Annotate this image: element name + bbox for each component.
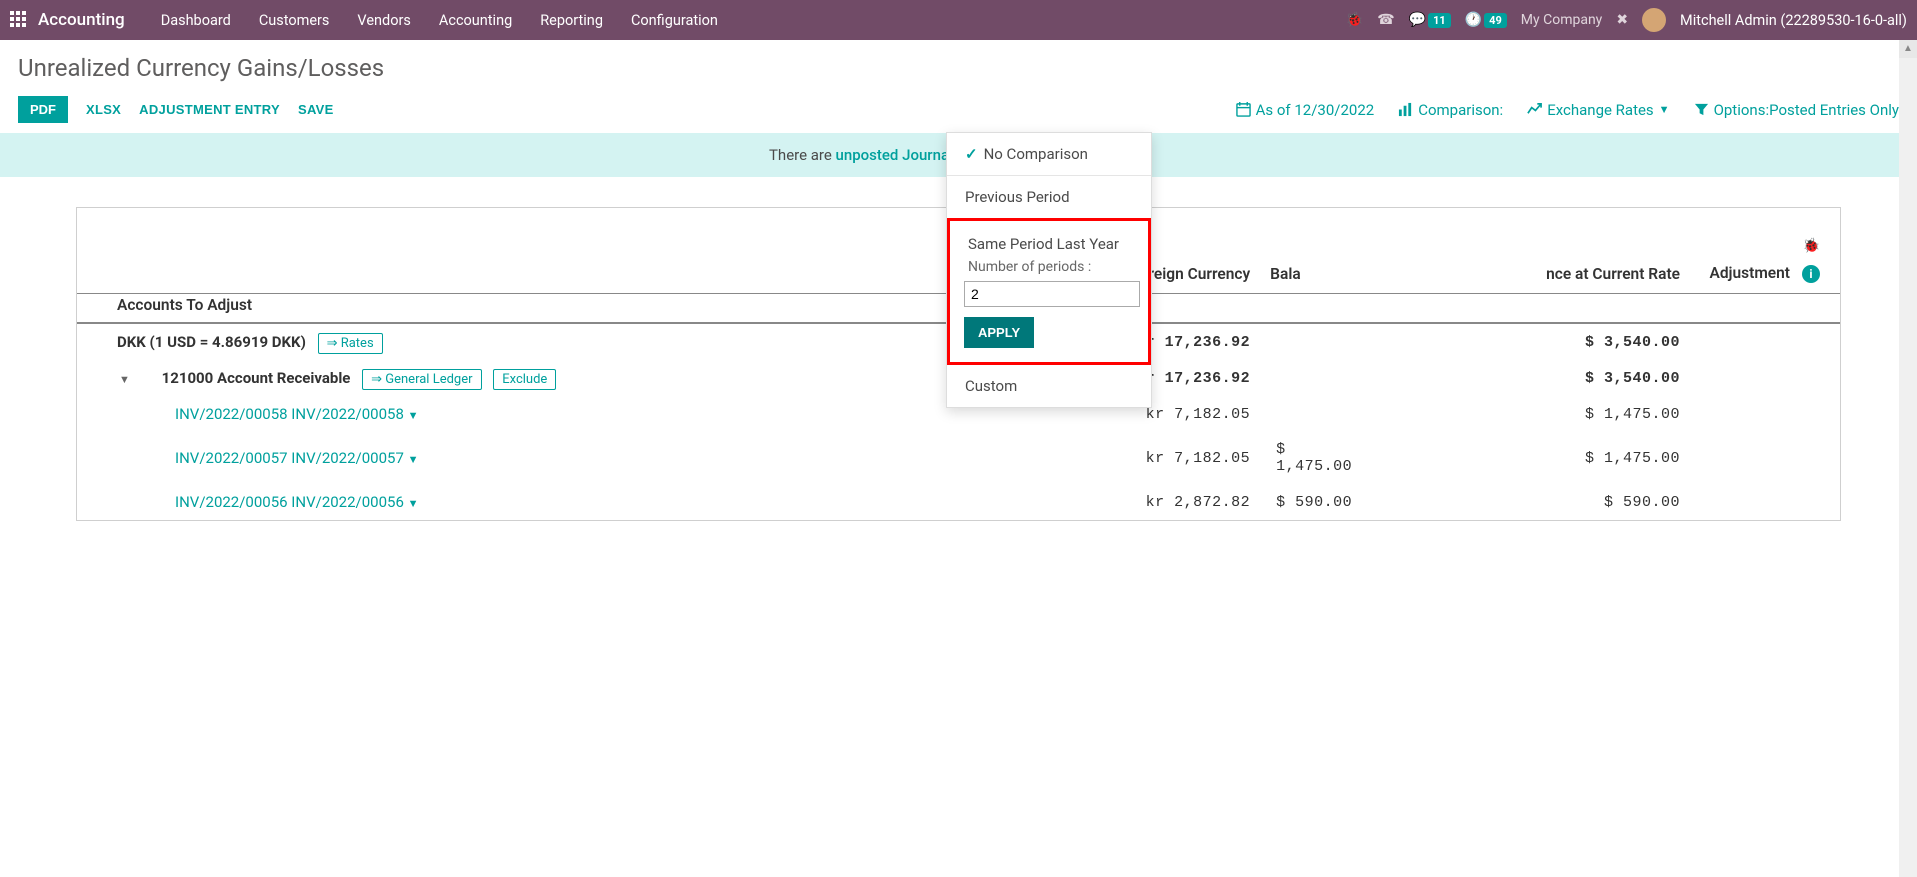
caret-down-icon: ▼ bbox=[1659, 103, 1670, 116]
page-title: Unrealized Currency Gains/Losses bbox=[18, 54, 1899, 82]
xlsx-button[interactable]: XLSX bbox=[86, 102, 121, 117]
dropdown-custom[interactable]: Custom bbox=[947, 365, 1151, 407]
options-filter-label: Options:Posted Entries Only bbox=[1714, 101, 1899, 119]
messages-badge: 11 bbox=[1428, 13, 1451, 28]
messages-icon[interactable]: 💬11 bbox=[1409, 12, 1451, 28]
caret-down-icon[interactable]: ▼ bbox=[408, 453, 419, 466]
nav-configuration[interactable]: Configuration bbox=[617, 2, 732, 39]
calendar-icon bbox=[1236, 102, 1251, 117]
tools-icon[interactable]: ✖ bbox=[1616, 12, 1628, 28]
currency-label: DKK (1 USD = 4.86919 DKK) bbox=[117, 333, 306, 351]
user-avatar[interactable] bbox=[1642, 8, 1666, 32]
nav-links: Dashboard Customers Vendors Accounting R… bbox=[147, 2, 732, 39]
info-icon[interactable]: i bbox=[1802, 265, 1820, 283]
adjustment-entry-button[interactable]: ADJUSTMENT ENTRY bbox=[139, 102, 280, 117]
expand-caret-icon[interactable]: ▼ bbox=[119, 373, 130, 386]
currency-current: $ 3,540.00 bbox=[1372, 323, 1700, 360]
company-switcher[interactable]: My Company bbox=[1521, 12, 1603, 28]
dropdown-no-comparison[interactable]: ✓ No Comparison bbox=[947, 133, 1151, 175]
previous-period-label: Previous Period bbox=[965, 188, 1070, 206]
activities-icon[interactable]: 🕐49 bbox=[1465, 12, 1507, 28]
apply-button[interactable]: APPLY bbox=[964, 317, 1034, 348]
toolbar: PDF XLSX ADJUSTMENT ENTRY SAVE As of 12/… bbox=[18, 96, 1899, 123]
dropdown-previous-period[interactable]: Previous Period bbox=[947, 176, 1151, 218]
caret-down-icon[interactable]: ▼ bbox=[408, 497, 419, 510]
line-chart-icon bbox=[1527, 102, 1542, 117]
invoice-link[interactable]: INV/2022/00056 INV/2022/00056 bbox=[175, 493, 404, 511]
inv-balance: $ 1,475.00 bbox=[1270, 432, 1372, 484]
number-of-periods-input[interactable] bbox=[964, 281, 1140, 307]
dropdown-highlighted-section: Same Period Last Year Number of periods … bbox=[947, 218, 1151, 365]
debug-icon[interactable]: 🐞 bbox=[1346, 12, 1363, 28]
nav-dashboard[interactable]: Dashboard bbox=[147, 2, 245, 39]
custom-label: Custom bbox=[965, 377, 1017, 395]
date-filter-label: As of 12/30/2022 bbox=[1256, 101, 1375, 119]
app-brand[interactable]: Accounting bbox=[38, 10, 125, 30]
comparison-filter[interactable]: Comparison: bbox=[1398, 101, 1503, 119]
options-filter[interactable]: Options:Posted Entries Only bbox=[1694, 101, 1899, 119]
rates-button[interactable]: ⇒ Rates bbox=[318, 333, 383, 354]
warning-prefix: There are bbox=[769, 146, 836, 164]
inv-current: $ 1,475.00 bbox=[1372, 396, 1700, 432]
check-icon: ✓ bbox=[965, 145, 978, 163]
scrollbar[interactable]: ▲ bbox=[1899, 40, 1917, 877]
nav-vendors[interactable]: Vendors bbox=[343, 2, 424, 39]
nav-accounting[interactable]: Accounting bbox=[425, 2, 526, 39]
comparison-filter-label: Comparison: bbox=[1418, 101, 1503, 119]
inv-foreign: kr 7,182.05 bbox=[817, 432, 1270, 484]
filter-icon bbox=[1694, 102, 1709, 117]
nav-right: 🐞 ☎ 💬11 🕐49 My Company ✖ Mitchell Admin … bbox=[1346, 8, 1907, 32]
inv-balance: $ 590.00 bbox=[1270, 484, 1372, 520]
pdf-button[interactable]: PDF bbox=[18, 96, 68, 123]
invoice-row: INV/2022/00057 INV/2022/00057 ▼ kr 7,182… bbox=[77, 432, 1840, 484]
col-balance-partial: Bala bbox=[1270, 254, 1372, 294]
inv-current: $ 590.00 bbox=[1372, 484, 1700, 520]
user-name[interactable]: Mitchell Admin (22289530-16-0-all) bbox=[1680, 12, 1907, 29]
account-label[interactable]: 121000 Account Receivable bbox=[162, 369, 351, 387]
general-ledger-button[interactable]: ⇒ General Ledger bbox=[362, 369, 481, 390]
invoice-link[interactable]: INV/2022/00057 INV/2022/00057 bbox=[175, 449, 404, 467]
col-adjustment: Adjustment bbox=[1709, 264, 1790, 282]
bar-chart-icon bbox=[1398, 102, 1413, 117]
account-current: $ 3,540.00 bbox=[1372, 360, 1700, 396]
no-comparison-label: No Comparison bbox=[984, 145, 1088, 163]
comparison-dropdown: ✓ No Comparison Previous Period Same Per… bbox=[946, 132, 1152, 408]
invoice-row: INV/2022/00056 INV/2022/00056 ▼ kr 2,872… bbox=[77, 484, 1840, 520]
support-icon[interactable]: ☎ bbox=[1377, 12, 1394, 28]
exclude-button[interactable]: Exclude bbox=[493, 369, 556, 390]
number-of-periods-label: Number of periods : bbox=[964, 255, 1134, 279]
date-filter[interactable]: As of 12/30/2022 bbox=[1236, 101, 1375, 119]
invoice-link[interactable]: INV/2022/00058 INV/2022/00058 bbox=[175, 405, 404, 423]
debug-report-icon[interactable]: 🐞 bbox=[1803, 238, 1820, 254]
dropdown-same-period[interactable]: Same Period Last Year bbox=[964, 229, 1134, 255]
inv-foreign: kr 2,872.82 bbox=[817, 484, 1270, 520]
col-balance-current: nce at Current Rate bbox=[1372, 254, 1700, 294]
caret-down-icon[interactable]: ▼ bbox=[408, 409, 419, 422]
activities-badge: 49 bbox=[1484, 13, 1507, 28]
exchange-rates-label: Exchange Rates bbox=[1547, 101, 1653, 119]
save-button[interactable]: SAVE bbox=[298, 102, 334, 117]
inv-current: $ 1,475.00 bbox=[1372, 432, 1700, 484]
page-header: Unrealized Currency Gains/Losses PDF XLS… bbox=[0, 40, 1917, 133]
nav-reporting[interactable]: Reporting bbox=[526, 2, 617, 39]
apps-menu-icon[interactable] bbox=[10, 11, 28, 29]
scroll-up-icon[interactable]: ▲ bbox=[1899, 40, 1917, 58]
exchange-rates-filter[interactable]: Exchange Rates ▼ bbox=[1527, 101, 1669, 119]
top-navbar: Accounting Dashboard Customers Vendors A… bbox=[0, 0, 1917, 40]
nav-customers[interactable]: Customers bbox=[245, 2, 344, 39]
